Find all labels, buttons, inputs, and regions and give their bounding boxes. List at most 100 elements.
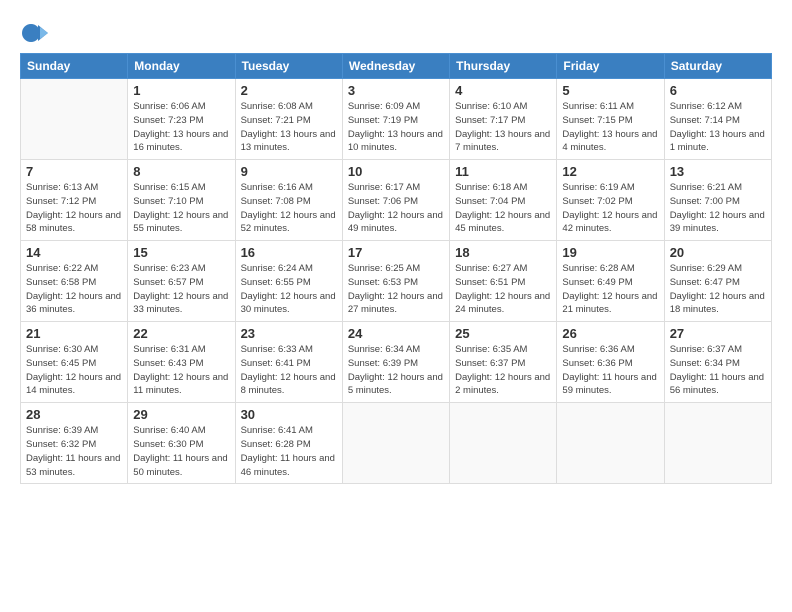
day-number: 15 <box>133 245 229 260</box>
day-info: Sunrise: 6:30 AM Sunset: 6:45 PM Dayligh… <box>26 343 122 398</box>
calendar-cell: 2 Sunrise: 6:08 AM Sunset: 7:21 PM Daylig… <box>235 79 342 160</box>
day-number: 3 <box>348 83 444 98</box>
day-info: Sunrise: 6:22 AM Sunset: 6:58 PM Dayligh… <box>26 262 122 317</box>
day-info: Sunrise: 6:23 AM Sunset: 6:57 PM Dayligh… <box>133 262 229 317</box>
day-number: 9 <box>241 164 337 179</box>
day-header-thursday: Thursday <box>450 54 557 79</box>
day-number: 18 <box>455 245 551 260</box>
day-number: 10 <box>348 164 444 179</box>
header-row: SundayMondayTuesdayWednesdayThursdayFrid… <box>21 54 772 79</box>
day-info: Sunrise: 6:17 AM Sunset: 7:06 PM Dayligh… <box>348 181 444 236</box>
day-info: Sunrise: 6:12 AM Sunset: 7:14 PM Dayligh… <box>670 100 766 155</box>
day-number: 29 <box>133 407 229 422</box>
day-number: 24 <box>348 326 444 341</box>
day-info: Sunrise: 6:34 AM Sunset: 6:39 PM Dayligh… <box>348 343 444 398</box>
day-number: 7 <box>26 164 122 179</box>
day-info: Sunrise: 6:21 AM Sunset: 7:00 PM Dayligh… <box>670 181 766 236</box>
day-number: 1 <box>133 83 229 98</box>
day-info: Sunrise: 6:25 AM Sunset: 6:53 PM Dayligh… <box>348 262 444 317</box>
day-header-tuesday: Tuesday <box>235 54 342 79</box>
week-row-4: 21 Sunrise: 6:30 AM Sunset: 6:45 PM Dayli… <box>21 322 772 403</box>
day-info: Sunrise: 6:08 AM Sunset: 7:21 PM Dayligh… <box>241 100 337 155</box>
day-number: 30 <box>241 407 337 422</box>
day-info: Sunrise: 6:11 AM Sunset: 7:15 PM Dayligh… <box>562 100 658 155</box>
day-number: 8 <box>133 164 229 179</box>
calendar-cell: 18Sunrise: 6:27 AM Sunset: 6:51 PM Dayli… <box>450 241 557 322</box>
day-number: 20 <box>670 245 766 260</box>
calendar-cell: 28 Sunrise: 6:39 AM Sunset: 6:32 PM Dayli… <box>21 403 128 484</box>
day-number: 23 <box>241 326 337 341</box>
calendar-cell: 8 Sunrise: 6:15 AM Sunset: 7:10 PM Daylig… <box>128 160 235 241</box>
header <box>20 15 772 47</box>
day-header-monday: Monday <box>128 54 235 79</box>
week-row-5: 28 Sunrise: 6:39 AM Sunset: 6:32 PM Dayli… <box>21 403 772 484</box>
day-info: Sunrise: 6:35 AM Sunset: 6:37 PM Dayligh… <box>455 343 551 398</box>
calendar-cell: 24 Sunrise: 6:34 AM Sunset: 6:39 PM Dayli… <box>342 322 449 403</box>
calendar-cell: 5 Sunrise: 6:11 AM Sunset: 7:15 PM Daylig… <box>557 79 664 160</box>
calendar-cell: 27 Sunrise: 6:37 AM Sunset: 6:34 PM Dayli… <box>664 322 771 403</box>
page: SundayMondayTuesdayWednesdayThursdayFrid… <box>0 0 792 612</box>
day-info: Sunrise: 6:29 AM Sunset: 6:47 PM Dayligh… <box>670 262 766 317</box>
day-number: 5 <box>562 83 658 98</box>
calendar-cell: 26 Sunrise: 6:36 AM Sunset: 6:36 PM Dayli… <box>557 322 664 403</box>
day-header-saturday: Saturday <box>664 54 771 79</box>
calendar-cell: 1Sunrise: 6:06 AM Sunset: 7:23 PM Daylig… <box>128 79 235 160</box>
day-info: Sunrise: 6:36 AM Sunset: 6:36 PM Dayligh… <box>562 343 658 398</box>
calendar-cell: 7 Sunrise: 6:13 AM Sunset: 7:12 PM Daylig… <box>21 160 128 241</box>
day-info: Sunrise: 6:24 AM Sunset: 6:55 PM Dayligh… <box>241 262 337 317</box>
day-number: 2 <box>241 83 337 98</box>
day-info: Sunrise: 6:28 AM Sunset: 6:49 PM Dayligh… <box>562 262 658 317</box>
day-header-sunday: Sunday <box>21 54 128 79</box>
calendar-cell: 16 Sunrise: 6:24 AM Sunset: 6:55 PM Dayli… <box>235 241 342 322</box>
day-number: 16 <box>241 245 337 260</box>
day-number: 13 <box>670 164 766 179</box>
day-number: 14 <box>26 245 122 260</box>
calendar-cell: 17 Sunrise: 6:25 AM Sunset: 6:53 PM Dayli… <box>342 241 449 322</box>
day-number: 22 <box>133 326 229 341</box>
day-info: Sunrise: 6:15 AM Sunset: 7:10 PM Dayligh… <box>133 181 229 236</box>
calendar-cell: 9 Sunrise: 6:16 AM Sunset: 7:08 PM Daylig… <box>235 160 342 241</box>
calendar-cell <box>342 403 449 484</box>
calendar-cell: 13 Sunrise: 6:21 AM Sunset: 7:00 PM Dayli… <box>664 160 771 241</box>
day-header-friday: Friday <box>557 54 664 79</box>
day-number: 26 <box>562 326 658 341</box>
day-number: 21 <box>26 326 122 341</box>
calendar-cell: 25 Sunrise: 6:35 AM Sunset: 6:37 PM Dayli… <box>450 322 557 403</box>
day-info: Sunrise: 6:13 AM Sunset: 7:12 PM Dayligh… <box>26 181 122 236</box>
day-number: 19 <box>562 245 658 260</box>
calendar-cell <box>21 79 128 160</box>
day-info: Sunrise: 6:40 AM Sunset: 6:30 PM Dayligh… <box>133 424 229 479</box>
calendar-cell: 19 Sunrise: 6:28 AM Sunset: 6:49 PM Dayli… <box>557 241 664 322</box>
calendar-cell <box>557 403 664 484</box>
day-number: 11 <box>455 164 551 179</box>
calendar-cell: 3 Sunrise: 6:09 AM Sunset: 7:19 PM Daylig… <box>342 79 449 160</box>
day-info: Sunrise: 6:16 AM Sunset: 7:08 PM Dayligh… <box>241 181 337 236</box>
week-row-1: 1Sunrise: 6:06 AM Sunset: 7:23 PM Daylig… <box>21 79 772 160</box>
calendar-cell: 6 Sunrise: 6:12 AM Sunset: 7:14 PM Daylig… <box>664 79 771 160</box>
calendar-cell: 4Sunrise: 6:10 AM Sunset: 7:17 PM Daylig… <box>450 79 557 160</box>
calendar-cell: 23 Sunrise: 6:33 AM Sunset: 6:41 PM Dayli… <box>235 322 342 403</box>
day-info: Sunrise: 6:41 AM Sunset: 6:28 PM Dayligh… <box>241 424 337 479</box>
day-number: 25 <box>455 326 551 341</box>
calendar-cell: 14 Sunrise: 6:22 AM Sunset: 6:58 PM Dayli… <box>21 241 128 322</box>
calendar-cell: 10 Sunrise: 6:17 AM Sunset: 7:06 PM Dayli… <box>342 160 449 241</box>
day-info: Sunrise: 6:33 AM Sunset: 6:41 PM Dayligh… <box>241 343 337 398</box>
calendar-cell: 29 Sunrise: 6:40 AM Sunset: 6:30 PM Dayli… <box>128 403 235 484</box>
day-info: Sunrise: 6:10 AM Sunset: 7:17 PM Dayligh… <box>455 100 551 155</box>
day-info: Sunrise: 6:39 AM Sunset: 6:32 PM Dayligh… <box>26 424 122 479</box>
week-row-2: 7 Sunrise: 6:13 AM Sunset: 7:12 PM Daylig… <box>21 160 772 241</box>
day-header-wednesday: Wednesday <box>342 54 449 79</box>
calendar-cell: 22 Sunrise: 6:31 AM Sunset: 6:43 PM Dayli… <box>128 322 235 403</box>
day-info: Sunrise: 6:19 AM Sunset: 7:02 PM Dayligh… <box>562 181 658 236</box>
day-info: Sunrise: 6:31 AM Sunset: 6:43 PM Dayligh… <box>133 343 229 398</box>
day-number: 27 <box>670 326 766 341</box>
day-number: 28 <box>26 407 122 422</box>
day-info: Sunrise: 6:37 AM Sunset: 6:34 PM Dayligh… <box>670 343 766 398</box>
logo <box>20 19 52 47</box>
calendar-cell <box>450 403 557 484</box>
calendar-cell: 12Sunrise: 6:19 AM Sunset: 7:02 PM Dayli… <box>557 160 664 241</box>
day-number: 6 <box>670 83 766 98</box>
day-info: Sunrise: 6:09 AM Sunset: 7:19 PM Dayligh… <box>348 100 444 155</box>
day-number: 17 <box>348 245 444 260</box>
calendar-table: SundayMondayTuesdayWednesdayThursdayFrid… <box>20 53 772 484</box>
